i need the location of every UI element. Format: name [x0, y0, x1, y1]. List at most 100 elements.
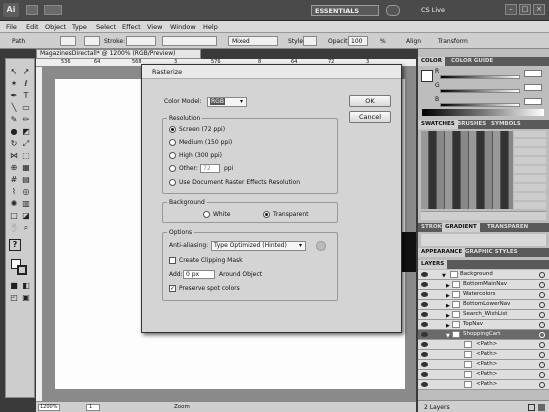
workspace-switcher[interactable]: ESSENTIALS	[311, 5, 379, 16]
preserve-spot-checkbox[interactable]: ✓	[169, 285, 176, 292]
res-other-input[interactable]: 72	[200, 164, 220, 173]
layer-row[interactable]: ▶ BottomLowerNav	[418, 300, 549, 310]
layer-row[interactable]: <Path>	[418, 360, 549, 370]
symbol-sprayer-icon[interactable]: ✺	[9, 199, 19, 208]
target-icon[interactable]	[539, 342, 545, 348]
menu-help[interactable]: Help	[203, 23, 218, 31]
slice-tool-icon[interactable]: ◪	[21, 211, 31, 220]
res-other-radio[interactable]	[169, 165, 176, 172]
gradient-tool-icon[interactable]: ▤	[21, 175, 31, 184]
add-input[interactable]: 0 px	[183, 270, 215, 279]
menu-view[interactable]: View	[147, 23, 162, 31]
lasso-icon[interactable]: ℓ	[21, 79, 31, 88]
direct-selection-tool-icon[interactable]: ↗	[21, 67, 31, 76]
new-layer-icon[interactable]	[528, 404, 535, 411]
help-icon[interactable]: ?	[9, 239, 21, 251]
tab-swatches[interactable]: SWATCHES	[418, 120, 458, 129]
b-value[interactable]	[524, 98, 542, 105]
layer-row[interactable]: ▶ BottomMainNav	[418, 280, 549, 290]
color-spectrum[interactable]	[422, 109, 544, 116]
cancel-button[interactable]: Cancel	[349, 111, 391, 123]
bridge-icon[interactable]	[26, 5, 38, 15]
artboard-number-field[interactable]: 1	[86, 404, 100, 411]
stroke-weight-field[interactable]	[126, 36, 156, 46]
tab-brushes[interactable]: BRUSHES	[454, 120, 489, 129]
tab-transparency[interactable]: TRANSPAREN	[484, 223, 531, 232]
target-icon[interactable]	[539, 322, 545, 328]
menu-window[interactable]: Window	[170, 23, 196, 31]
width-tool-icon[interactable]: ⋈	[9, 151, 19, 160]
target-icon[interactable]	[539, 372, 545, 378]
menu-type[interactable]: Type	[72, 23, 87, 31]
gradient-mode-icon[interactable]: ◧	[21, 281, 31, 290]
visibility-eye-icon[interactable]	[421, 342, 428, 347]
rotate-icon[interactable]: ↻	[9, 139, 19, 148]
tab-gradient[interactable]: GRADIENT	[442, 223, 480, 232]
stroke-color-swatch[interactable]	[17, 265, 27, 275]
clipping-mask-checkbox[interactable]	[169, 257, 176, 264]
b-slider[interactable]	[440, 103, 520, 107]
column-graph-icon[interactable]: ▥	[21, 199, 31, 208]
swatch-grid[interactable]	[421, 131, 513, 209]
visibility-eye-icon[interactable]	[421, 312, 428, 317]
res-screen-radio[interactable]	[169, 126, 176, 133]
align-button[interactable]: Align	[406, 38, 421, 45]
target-icon[interactable]	[539, 292, 545, 298]
color-model-select[interactable]: RGB ▾	[207, 97, 247, 107]
search-icon[interactable]	[386, 5, 400, 16]
target-icon[interactable]	[539, 302, 545, 308]
pencil-icon[interactable]: ✏	[21, 115, 31, 124]
tab-appearance[interactable]: APPEARANCE	[418, 248, 466, 257]
layer-row[interactable]: <Path>	[418, 340, 549, 350]
bg-transparent-radio[interactable]	[263, 211, 270, 218]
target-icon[interactable]	[539, 282, 545, 288]
free-transform-icon[interactable]: ⬚	[21, 151, 31, 160]
fill-swatch[interactable]	[60, 36, 76, 46]
layer-row[interactable]: <Path>	[418, 350, 549, 360]
artboard-tool-icon[interactable]: □	[9, 211, 19, 220]
perspective-grid-icon[interactable]: ▦	[21, 163, 31, 172]
color-fill-preview[interactable]	[421, 70, 433, 82]
close-button[interactable]: ×	[533, 4, 545, 15]
r-slider[interactable]	[440, 75, 520, 79]
blend-tool-icon[interactable]: ◎	[21, 187, 31, 196]
visibility-eye-icon[interactable]	[421, 292, 428, 297]
menu-file[interactable]: File	[6, 23, 17, 31]
visibility-eye-icon[interactable]	[421, 332, 428, 337]
tab-color[interactable]: COLOR	[418, 57, 445, 66]
visibility-eye-icon[interactable]	[421, 382, 428, 387]
layer-row[interactable]: ▶ Watercolors	[418, 290, 549, 300]
menu-object[interactable]: Object	[45, 23, 66, 31]
eraser-icon[interactable]: ◩	[21, 127, 31, 136]
antialias-select[interactable]: Type Optimized (Hinted) ▾	[211, 241, 306, 251]
layer-row[interactable]: ▼ Background	[418, 270, 549, 280]
target-icon[interactable]	[539, 332, 545, 338]
res-document-radio[interactable]	[169, 179, 176, 186]
target-icon[interactable]	[539, 382, 545, 388]
menu-select[interactable]: Select	[96, 23, 116, 31]
scale-icon[interactable]: ⤢	[21, 139, 31, 148]
layer-row-selected[interactable]: ▼ ShoppingCart	[418, 330, 549, 340]
tab-stroke[interactable]: STROK	[418, 223, 445, 232]
layer-row[interactable]: ▶ TopNav	[418, 320, 549, 330]
pen-tool-icon[interactable]: ✒	[9, 91, 19, 100]
target-icon[interactable]	[539, 362, 545, 368]
target-icon[interactable]	[539, 312, 545, 318]
zoom-tool-icon[interactable]: ⌕	[21, 223, 31, 232]
layer-row[interactable]: ▶ Search_WishList	[418, 310, 549, 320]
tab-color-guide[interactable]: COLOR GUIDE	[448, 57, 496, 66]
visibility-eye-icon[interactable]	[421, 272, 428, 277]
minimize-button[interactable]: –	[505, 4, 517, 15]
visibility-eye-icon[interactable]	[421, 282, 428, 287]
bg-white-radio[interactable]	[203, 211, 210, 218]
tab-graphic-styles[interactable]: GRAPHIC STYLES	[462, 248, 521, 257]
selection-tool-icon[interactable]: ↖	[9, 67, 19, 76]
eyedropper-icon[interactable]: ⌇	[9, 187, 19, 196]
layer-row[interactable]: <Path>	[418, 380, 549, 390]
swatch-library-column[interactable]	[514, 131, 546, 209]
stroke-swatch[interactable]	[84, 36, 100, 46]
ok-button[interactable]: OK	[349, 95, 391, 107]
type-tool-icon[interactable]: T	[21, 91, 31, 100]
shape-builder-icon[interactable]: ⊕	[9, 163, 19, 172]
opacity-field[interactable]: 100	[348, 36, 368, 46]
